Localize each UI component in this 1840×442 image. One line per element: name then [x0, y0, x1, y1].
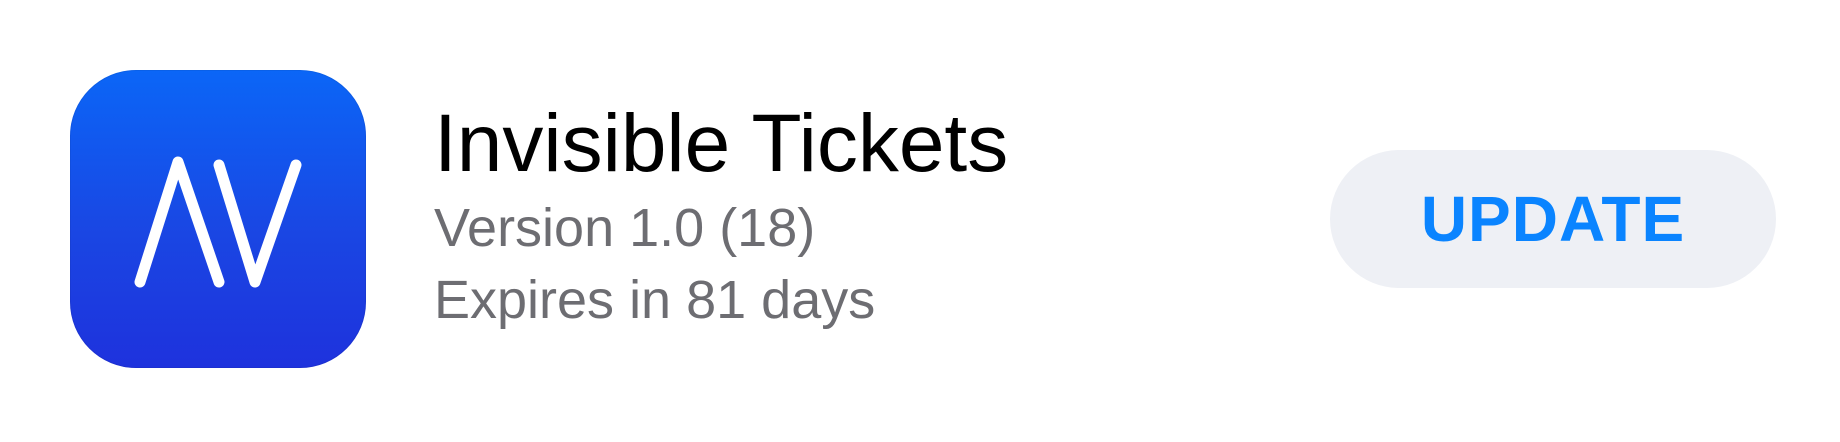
app-version: Version 1.0 (18) — [434, 198, 816, 258]
logo-lambda-stroke — [134, 156, 225, 288]
app-icon[interactable] — [70, 70, 366, 368]
logo-v-stroke — [213, 159, 302, 288]
update-button[interactable]: UPDATE — [1330, 150, 1776, 288]
app-info: Invisible Tickets Version 1.0 (18) Expir… — [434, 96, 1008, 336]
av-logo-icon — [134, 156, 302, 288]
app-list-row: Invisible Tickets Version 1.0 (18) Expir… — [0, 0, 1840, 442]
app-expiry: Expires in 81 days — [434, 270, 876, 330]
app-name: Invisible Tickets — [434, 98, 1009, 189]
